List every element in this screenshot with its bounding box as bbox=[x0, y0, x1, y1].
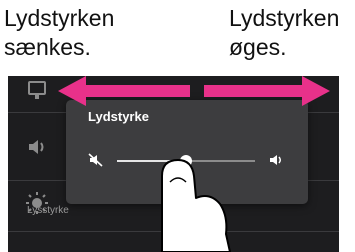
hand-gesture-icon bbox=[161, 159, 231, 252]
tutorial-illustration: Lydstyrken sænkes. Lydstyrken øges. Lyss… bbox=[0, 0, 355, 252]
